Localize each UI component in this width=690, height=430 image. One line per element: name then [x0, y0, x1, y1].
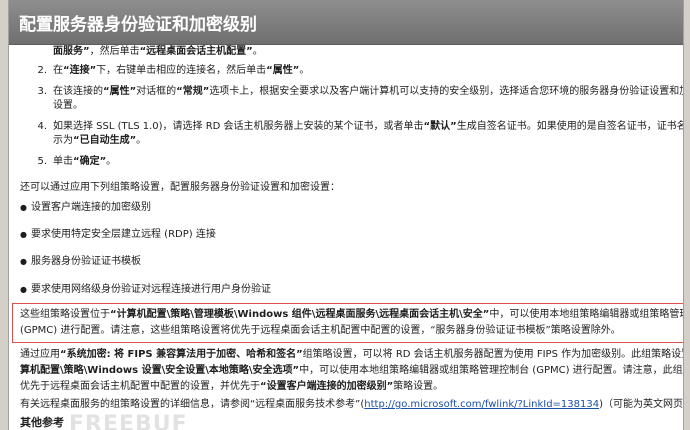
bullet-icon: ●: [20, 285, 27, 294]
bold-text: “属性”: [103, 86, 137, 97]
note-line: (GPMC) 进行配置。请注意，这些组策略设置将优先于远程桌面会话主机配置中配置…: [20, 324, 621, 338]
step-text: 单击“确定”。: [53, 155, 116, 169]
policy-bullet-text: 要求使用网络级身份验证对远程连接进行用户身份验证: [31, 284, 271, 295]
intro-text: 还可以通过应用下列组策略设置，配置服务器身份验证设置和加密设置：: [20, 182, 340, 193]
page-title: 配置服务器身份验证和加密级别: [19, 15, 257, 35]
text-run: 组策略设置，可以将 RD 会话主机服务器配置为使用 FIPS 作为加密级别。此组…: [302, 349, 683, 360]
reference-after: )（可能为英文网页）。: [599, 399, 683, 410]
fips-line: 通过应用“系统加密: 将 FIPS 兼容算法用于加密、哈希和签名”组策略设置，可…: [20, 348, 683, 362]
watermark: FREEBUF: [69, 412, 188, 430]
text-run: 选项卡上，根据安全要求以及客户端计算机可以支持的安全级别，选择适合您环境的服务器…: [209, 86, 683, 97]
policy-bullet-text: 要求使用特定安全层建立远程 (RDP) 连接: [31, 229, 216, 240]
reference-link[interactable]: http://go.microsoft.com/fwlink/?LinkId=1…: [364, 399, 599, 410]
reference-text: 有关远程桌面服务的组策略设置的详细信息，请参阅“远程桌面服务技术参考”(http…: [20, 398, 683, 412]
bold-text: “属性”: [266, 65, 300, 76]
text-run: 在该连接的: [53, 86, 103, 97]
bold-text: “计算机配置\策略\管理模板\Windows 组件\远程桌面服务\远程桌面会话主…: [110, 309, 490, 320]
text-run: 生成自签名证书。如果使用的是自签名证书，证书名称将显: [456, 121, 683, 132]
bold-text: “连接”: [63, 65, 97, 76]
step-number: 2.: [37, 65, 47, 76]
step-text: 示为“已自动生成”。: [53, 134, 146, 148]
bold-text: 算机配置\策略\Windows 设置\安全设置\本地策略\安全选项”: [20, 365, 300, 376]
text-run: 。: [106, 156, 117, 167]
reference-before: 有关远程桌面服务的组策略设置的详细信息，请参阅“远程桌面服务技术参考”(: [20, 399, 365, 410]
bullet-icon: ●: [20, 203, 27, 212]
text-run: 。: [252, 46, 263, 57]
help-content: 面服务”，然后单击“远程桌面会话主机配置”。 2. 在“连接”下，右键单击相应的连接…: [9, 45, 683, 430]
text-run: 。: [136, 135, 147, 146]
step-text: 如果选择 SSL (TLS 1.0)，请选择 RD 会话主机服务器上安装的某个证…: [53, 120, 683, 134]
bold-text: “已自动生成”: [73, 135, 137, 146]
step-number: 5.: [37, 156, 47, 167]
step-text: 在“连接”下，右键单击相应的连接名，然后单击“属性”。: [53, 64, 309, 78]
bullet-icon: ●: [20, 257, 27, 266]
text-run: 。: [299, 65, 310, 76]
step-number: 4.: [37, 121, 47, 132]
text-run: 如果选择 SSL (TLS 1.0)，请选择 RD 会话主机服务器上安装的某个证…: [53, 121, 424, 132]
help-window: 配置服务器身份验证和加密级别 面服务”，然后单击“远程桌面会话主机配置”。 2. 在…: [8, 0, 684, 430]
other-references-heading: 其他参考: [20, 416, 64, 429]
step-text: 在该连接的“属性”对话框的“常规”选项卡上，根据安全要求以及客户端计算机可以支持…: [53, 85, 683, 99]
note-line: 这些组策略设置位于“计算机配置\策略\管理模板\Windows 组件\远程桌面服…: [20, 308, 683, 322]
policy-bullet-text: 服务器身份验证证书模板: [31, 256, 141, 267]
bold-text: “系统加密: 将 FIPS 兼容算法用于加密、哈希和签名”: [60, 349, 303, 360]
step-number: 3.: [37, 86, 47, 97]
text-run: ，然后单击: [89, 46, 140, 57]
text-run: 示为: [53, 135, 73, 146]
bold-text: “远程桌面会话主机配置”: [139, 46, 253, 57]
title-bar: 配置服务器身份验证和加密级别: [9, 0, 683, 45]
step-text: 设置。: [53, 99, 83, 113]
text-run: 通过应用: [20, 349, 60, 360]
bold-text: “设置客户端连接的加密级别”: [260, 381, 394, 392]
text-run: “服务器身份验证证书模板”策略设置除外。: [430, 325, 621, 336]
bold-text: “确定”: [73, 156, 107, 167]
bold-text: 面服务”: [53, 46, 90, 57]
policy-bullet-text: 设置客户端连接的加密级别: [31, 202, 151, 213]
text-run: 策略设置。: [393, 381, 444, 392]
fips-line: 算机配置\策略\Windows 设置\安全设置\本地策略\安全选项”中，可以使用…: [20, 364, 683, 378]
bullet-icon: ●: [20, 230, 27, 239]
text-run: (GPMC) 进行配置。请注意，这些组策略设置将优先于远程桌面会话主机配置中配置…: [20, 325, 431, 336]
text-run: 在: [53, 65, 63, 76]
text-run: 设置。: [53, 100, 83, 111]
text-run: 单击: [53, 156, 73, 167]
fips-line: 优先于远程桌面会话主机配置中配置的设置，并优先于“设置客户端连接的加密级别”策略…: [20, 380, 443, 394]
text-run: 对话框的: [136, 86, 177, 97]
text-run: 中，可以使用本地组策略编辑器或组策略管理控制台: [489, 309, 683, 320]
text-run: 中，可以使用本地组策略编辑器或组策略管理控制台 (GPMC) 进行配置。请注意，…: [299, 365, 683, 376]
text-run: 这些组策略设置位于: [20, 309, 110, 320]
bold-text: “默认”: [423, 121, 457, 132]
bold-text: “常规”: [176, 86, 210, 97]
text-run: 下，右键单击相应的连接名，然后单击: [96, 65, 267, 76]
text-run: 优先于远程桌面会话主机配置中配置的设置，并优先于: [20, 381, 260, 392]
step-text: 面服务”，然后单击“远程桌面会话主机配置”。: [53, 45, 263, 59]
